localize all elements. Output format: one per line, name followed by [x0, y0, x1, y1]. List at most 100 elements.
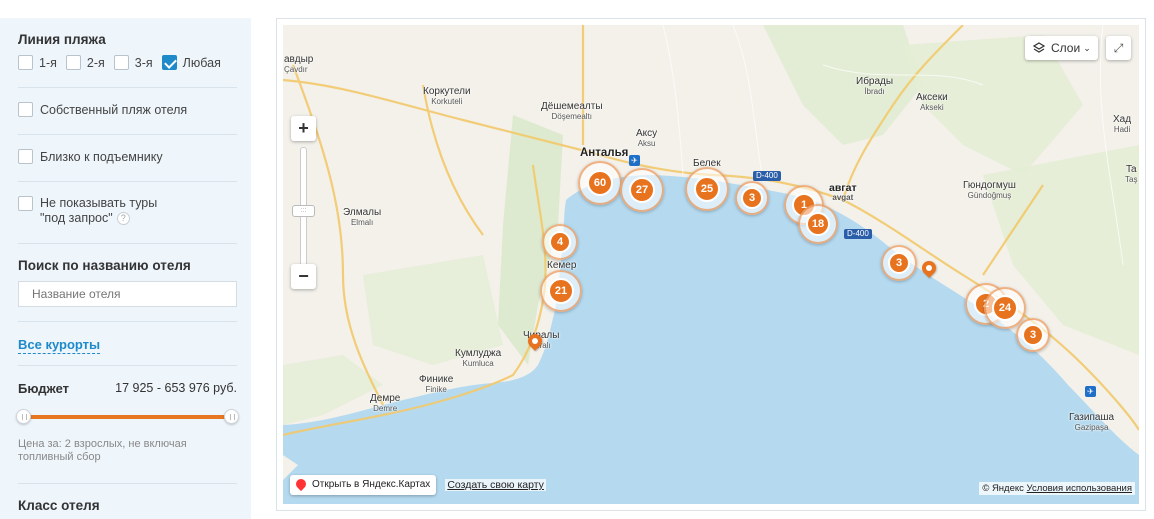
checkbox[interactable]	[65, 55, 81, 70]
own-beach-label: Собственный пляж отеля	[40, 102, 188, 117]
no-request-label-line1: Не показывать туры	[40, 196, 158, 210]
cluster-count: 3	[741, 187, 763, 209]
checkbox[interactable]	[18, 55, 33, 70]
place-elmaly: Элмалы Elmalı	[343, 207, 382, 228]
hotel-cluster-3b[interactable]: 3	[881, 245, 917, 281]
place-hadim: Хад Hadi	[1113, 114, 1132, 135]
no-request-filter[interactable]: Не показывать туры "под запрос"?	[18, 196, 237, 226]
divider	[18, 87, 237, 88]
create-map-link[interactable]: Создать свою карту	[445, 479, 546, 491]
divider	[18, 483, 237, 484]
budget-max-handle[interactable]	[224, 409, 239, 424]
cluster-count: 3	[1022, 324, 1044, 346]
place-finike: Финике Finike	[419, 374, 454, 395]
cluster-count: 25	[694, 176, 720, 202]
cluster-count: 60	[587, 170, 613, 196]
beach-line-title: Линия пляжа	[18, 32, 106, 47]
place-akseki: Аксеки Akseki	[916, 92, 948, 113]
place-chavdyr: авдыр Çavdır	[284, 54, 314, 75]
map-container: авдыр Çavdır Коркутели Korkuteli Дёшемеалт…	[276, 18, 1146, 511]
place-aksu: Аксу Aksu	[636, 128, 658, 149]
terms-link[interactable]: Условия использования	[1027, 483, 1132, 494]
place-gundogmush: Гюндогмуш Gündoğmuş	[963, 180, 1016, 201]
hotel-cluster-18[interactable]: 18	[798, 204, 838, 244]
near-lift-filter[interactable]: Близко к подъемнику	[18, 149, 237, 164]
map-bottom-left: Открыть в Яндекс.Картах Создать свою кар…	[290, 475, 546, 495]
place-antalya: Анталья	[580, 147, 629, 159]
beach-line-option-3[interactable]: 3-я	[113, 55, 153, 70]
hotel-search-title: Поиск по названию отеля	[18, 258, 191, 273]
hotel-cluster-25[interactable]: 25	[685, 167, 729, 211]
place-doshemealty: Дёшемеалты Döşemealtı	[541, 101, 603, 122]
layers-label: Слои	[1051, 41, 1081, 55]
checkbox[interactable]	[113, 55, 129, 70]
place-tash: Ta Taş	[1125, 164, 1138, 185]
beach-line-option-1[interactable]: 1-я	[18, 55, 57, 70]
all-resorts-section: Все курорты	[18, 336, 237, 354]
checkbox[interactable]	[18, 196, 33, 211]
open-in-yandex-button[interactable]: Открыть в Яндекс.Картах	[290, 475, 437, 495]
help-icon[interactable]: ?	[116, 212, 130, 226]
checkbox[interactable]	[18, 102, 33, 117]
place-ibrady: Ибрады İbradı	[856, 76, 894, 97]
cluster-count: 21	[548, 278, 574, 304]
cluster-count: 24	[992, 295, 1018, 321]
budget-note: Цена за: 2 взрослых, не включая топливны…	[18, 438, 187, 463]
cluster-count: 4	[549, 231, 571, 253]
zoom-in-button[interactable]: +	[291, 116, 316, 141]
zoom-slider-handle[interactable]: :::	[292, 205, 315, 217]
divider	[18, 365, 237, 366]
divider	[18, 243, 237, 244]
hotel-cluster-21[interactable]: 21	[540, 270, 582, 312]
place-kumluca: Кумлуджа Kumluca	[455, 348, 502, 369]
hotel-class-title: Класс отеля	[18, 498, 100, 513]
copyright-text: © Яндекс	[982, 483, 1024, 494]
fullscreen-button[interactable]: ⤢	[1106, 36, 1131, 60]
near-lift-label: Близко к подъемнику	[40, 149, 163, 164]
divider	[18, 321, 237, 322]
option-label: 1-я	[39, 55, 57, 70]
chevron-down-icon: ⌄	[1083, 42, 1091, 53]
hotel-cluster-27[interactable]: 27	[620, 168, 664, 212]
budget-header: Бюджет 17 925 - 653 976 руб.	[18, 381, 237, 396]
all-resorts-link[interactable]: Все курорты	[18, 337, 101, 354]
cluster-count: 27	[629, 177, 655, 203]
layers-icon	[1033, 42, 1045, 54]
zoom-out-button[interactable]: −	[291, 264, 316, 289]
place-gazipasha: Газипаша Gazipaşa	[1069, 412, 1115, 433]
map[interactable]: авдыр Çavdır Коркутели Korkuteli Дёшемеалт…	[283, 25, 1139, 504]
airport-icon: ✈	[629, 155, 640, 166]
checkbox[interactable]	[18, 149, 33, 164]
hotel-cluster-60[interactable]: 60	[578, 161, 622, 205]
beach-line-section: Линия пляжа 1-я 2-я 3-я Любая	[18, 32, 237, 70]
own-beach-filter[interactable]: Собственный пляж отеля	[18, 102, 237, 117]
cluster-count: 18	[806, 212, 830, 236]
place-korkuteli: Коркутели Korkuteli	[423, 86, 471, 107]
layers-button[interactable]: Слои ⌄	[1025, 36, 1098, 60]
option-label: 2-я	[86, 55, 105, 70]
budget-min-handle[interactable]	[16, 409, 31, 424]
divider	[18, 181, 237, 182]
road-sign-d400: D-400	[753, 171, 781, 181]
airport-icon: ✈	[1085, 386, 1096, 397]
map-base	[283, 25, 1139, 504]
place-manavgat: авгат avgat	[829, 182, 857, 202]
map-copyright: © Яндекс Условия использования	[979, 482, 1135, 495]
cluster-count: 3	[888, 252, 910, 274]
budget-slider[interactable]	[16, 409, 239, 424]
expand-icon: ⤢	[1113, 40, 1124, 55]
beach-line-option-any[interactable]: Любая	[161, 55, 221, 70]
hotel-cluster-3[interactable]: 3	[735, 181, 769, 215]
checkbox-checked[interactable]	[161, 55, 177, 70]
hotel-cluster-4[interactable]: 4	[542, 224, 578, 260]
hotel-cluster-3c[interactable]: 3	[1016, 318, 1050, 352]
filter-sidebar: Линия пляжа 1-я 2-я 3-я Любая Собственны…	[0, 18, 251, 519]
option-label: 3-я	[134, 55, 153, 70]
budget-title: Бюджет	[18, 381, 69, 396]
no-request-label-line2: "под запрос"	[40, 211, 113, 225]
budget-range: 17 925 - 653 976 руб.	[115, 381, 237, 395]
open-in-yandex-label: Открыть в Яндекс.Картах	[312, 479, 431, 490]
option-label: Любая	[182, 55, 221, 70]
beach-line-option-2[interactable]: 2-я	[65, 55, 105, 70]
hotel-name-input[interactable]	[18, 281, 237, 307]
